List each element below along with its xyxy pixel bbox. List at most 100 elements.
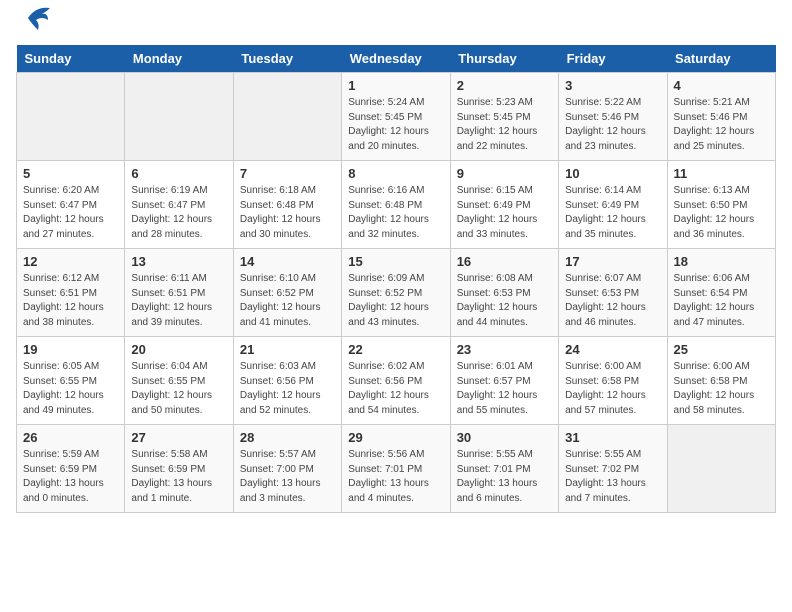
day-number: 21 bbox=[240, 342, 335, 357]
day-number: 19 bbox=[23, 342, 118, 357]
day-info: Sunrise: 5:57 AM Sunset: 7:00 PM Dayligh… bbox=[240, 448, 335, 506]
calendar-cell: 5Sunrise: 6:20 AM Sunset: 6:47 PM Daylig… bbox=[17, 161, 125, 249]
day-number: 4 bbox=[674, 78, 769, 93]
day-number: 8 bbox=[348, 166, 443, 181]
day-number: 22 bbox=[348, 342, 443, 357]
day-number: 18 bbox=[674, 254, 769, 269]
page-header bbox=[16, 16, 776, 37]
day-info: Sunrise: 6:05 AM Sunset: 6:55 PM Dayligh… bbox=[23, 360, 118, 418]
day-number: 23 bbox=[457, 342, 552, 357]
calendar-cell: 25 Sunrise: 6:00 AM Sunset: 6:58 PM Dayli… bbox=[667, 337, 775, 425]
calendar-cell: 22 Sunrise: 6:02 AM Sunset: 6:56 PM Dayli… bbox=[342, 337, 450, 425]
calendar-week-3: 19 Sunrise: 6:05 AM Sunset: 6:55 PM Dayli… bbox=[17, 337, 776, 425]
calendar-cell: 21 Sunrise: 6:03 AM Sunset: 6:56 PM Dayli… bbox=[233, 337, 341, 425]
calendar-cell: 31 Sunrise: 5:55 AM Sunset: 7:02 PM Dayli… bbox=[559, 425, 667, 513]
day-info: Sunrise: 6:15 AM Sunset: 6:49 PM Dayligh… bbox=[457, 184, 552, 242]
calendar-week-2: 12 Sunrise: 6:12 AM Sunset: 6:51 PM Dayli… bbox=[17, 249, 776, 337]
calendar-cell: 15Sunrise: 6:09 AM Sunset: 6:52 PM Dayli… bbox=[342, 249, 450, 337]
day-number: 25 bbox=[674, 342, 769, 357]
calendar-cell: 7Sunrise: 6:18 AM Sunset: 6:48 PM Daylig… bbox=[233, 161, 341, 249]
day-number: 28 bbox=[240, 430, 335, 445]
day-number: 2 bbox=[457, 78, 552, 93]
day-number: 27 bbox=[131, 430, 226, 445]
day-number: 24 bbox=[565, 342, 660, 357]
calendar-week-0: 1Sunrise: 5:24 AM Sunset: 5:45 PM Daylig… bbox=[17, 73, 776, 161]
day-info: Sunrise: 6:06 AM Sunset: 6:54 PM Dayligh… bbox=[674, 272, 769, 330]
day-info: Sunrise: 5:23 AM Sunset: 5:45 PM Dayligh… bbox=[457, 96, 552, 154]
calendar-week-4: 26 Sunrise: 5:59 AM Sunset: 6:59 PM Dayli… bbox=[17, 425, 776, 513]
day-info: Sunrise: 6:07 AM Sunset: 6:53 PM Dayligh… bbox=[565, 272, 660, 330]
day-info: Sunrise: 5:21 AM Sunset: 5:46 PM Dayligh… bbox=[674, 96, 769, 154]
header-friday: Friday bbox=[559, 45, 667, 73]
calendar-week-1: 5Sunrise: 6:20 AM Sunset: 6:47 PM Daylig… bbox=[17, 161, 776, 249]
day-info: Sunrise: 6:16 AM Sunset: 6:48 PM Dayligh… bbox=[348, 184, 443, 242]
day-info: Sunrise: 6:13 AM Sunset: 6:50 PM Dayligh… bbox=[674, 184, 769, 242]
calendar-cell: 1Sunrise: 5:24 AM Sunset: 5:45 PM Daylig… bbox=[342, 73, 450, 161]
calendar-cell: 28 Sunrise: 5:57 AM Sunset: 7:00 PM Dayli… bbox=[233, 425, 341, 513]
day-number: 26 bbox=[23, 430, 118, 445]
day-info: Sunrise: 6:01 AM Sunset: 6:57 PM Dayligh… bbox=[457, 360, 552, 418]
day-number: 17 bbox=[565, 254, 660, 269]
day-info: Sunrise: 6:09 AM Sunset: 6:52 PM Dayligh… bbox=[348, 272, 443, 330]
header-saturday: Saturday bbox=[667, 45, 775, 73]
calendar-cell: 17 Sunrise: 6:07 AM Sunset: 6:53 PM Dayli… bbox=[559, 249, 667, 337]
header-tuesday: Tuesday bbox=[233, 45, 341, 73]
day-info: Sunrise: 6:00 AM Sunset: 6:58 PM Dayligh… bbox=[674, 360, 769, 418]
day-number: 12 bbox=[23, 254, 118, 269]
calendar-cell: 30 Sunrise: 5:55 AM Sunset: 7:01 PM Dayli… bbox=[450, 425, 558, 513]
logo bbox=[16, 16, 52, 37]
day-info: Sunrise: 6:12 AM Sunset: 6:51 PM Dayligh… bbox=[23, 272, 118, 330]
calendar-cell: 4 Sunrise: 5:21 AM Sunset: 5:46 PM Daylig… bbox=[667, 73, 775, 161]
header-row: SundayMondayTuesdayWednesdayThursdayFrid… bbox=[17, 45, 776, 73]
day-number: 9 bbox=[457, 166, 552, 181]
calendar-cell bbox=[17, 73, 125, 161]
calendar-cell: 26 Sunrise: 5:59 AM Sunset: 6:59 PM Dayli… bbox=[17, 425, 125, 513]
calendar-cell bbox=[667, 425, 775, 513]
day-info: Sunrise: 6:03 AM Sunset: 6:56 PM Dayligh… bbox=[240, 360, 335, 418]
calendar-cell: 2 Sunrise: 5:23 AM Sunset: 5:45 PM Daylig… bbox=[450, 73, 558, 161]
calendar-cell: 29Sunrise: 5:56 AM Sunset: 7:01 PM Dayli… bbox=[342, 425, 450, 513]
day-info: Sunrise: 6:11 AM Sunset: 6:51 PM Dayligh… bbox=[131, 272, 226, 330]
day-info: Sunrise: 5:55 AM Sunset: 7:02 PM Dayligh… bbox=[565, 448, 660, 506]
logo-bird-icon bbox=[20, 4, 52, 37]
day-info: Sunrise: 5:55 AM Sunset: 7:01 PM Dayligh… bbox=[457, 448, 552, 506]
calendar-cell: 10 Sunrise: 6:14 AM Sunset: 6:49 PM Dayli… bbox=[559, 161, 667, 249]
calendar-cell: 13 Sunrise: 6:11 AM Sunset: 6:51 PM Dayli… bbox=[125, 249, 233, 337]
calendar-cell: 18 Sunrise: 6:06 AM Sunset: 6:54 PM Dayli… bbox=[667, 249, 775, 337]
day-number: 6 bbox=[131, 166, 226, 181]
day-info: Sunrise: 5:56 AM Sunset: 7:01 PM Dayligh… bbox=[348, 448, 443, 506]
calendar-cell: 9 Sunrise: 6:15 AM Sunset: 6:49 PM Daylig… bbox=[450, 161, 558, 249]
day-info: Sunrise: 6:10 AM Sunset: 6:52 PM Dayligh… bbox=[240, 272, 335, 330]
calendar-cell: 12 Sunrise: 6:12 AM Sunset: 6:51 PM Dayli… bbox=[17, 249, 125, 337]
day-info: Sunrise: 5:22 AM Sunset: 5:46 PM Dayligh… bbox=[565, 96, 660, 154]
day-info: Sunrise: 6:19 AM Sunset: 6:47 PM Dayligh… bbox=[131, 184, 226, 242]
day-info: Sunrise: 5:58 AM Sunset: 6:59 PM Dayligh… bbox=[131, 448, 226, 506]
calendar-cell: 8 Sunrise: 6:16 AM Sunset: 6:48 PM Daylig… bbox=[342, 161, 450, 249]
calendar-cell: 14 Sunrise: 6:10 AM Sunset: 6:52 PM Dayli… bbox=[233, 249, 341, 337]
calendar-cell: 24 Sunrise: 6:00 AM Sunset: 6:58 PM Dayli… bbox=[559, 337, 667, 425]
day-info: Sunrise: 6:20 AM Sunset: 6:47 PM Dayligh… bbox=[23, 184, 118, 242]
day-number: 14 bbox=[240, 254, 335, 269]
day-number: 10 bbox=[565, 166, 660, 181]
day-number: 30 bbox=[457, 430, 552, 445]
calendar-cell: 19 Sunrise: 6:05 AM Sunset: 6:55 PM Dayli… bbox=[17, 337, 125, 425]
calendar-cell: 3 Sunrise: 5:22 AM Sunset: 5:46 PM Daylig… bbox=[559, 73, 667, 161]
day-info: Sunrise: 6:00 AM Sunset: 6:58 PM Dayligh… bbox=[565, 360, 660, 418]
day-info: Sunrise: 5:24 AM Sunset: 5:45 PM Dayligh… bbox=[348, 96, 443, 154]
day-number: 31 bbox=[565, 430, 660, 445]
day-info: Sunrise: 6:14 AM Sunset: 6:49 PM Dayligh… bbox=[565, 184, 660, 242]
header-monday: Monday bbox=[125, 45, 233, 73]
day-number: 13 bbox=[131, 254, 226, 269]
header-thursday: Thursday bbox=[450, 45, 558, 73]
day-info: Sunrise: 5:59 AM Sunset: 6:59 PM Dayligh… bbox=[23, 448, 118, 506]
header-wednesday: Wednesday bbox=[342, 45, 450, 73]
day-info: Sunrise: 6:02 AM Sunset: 6:56 PM Dayligh… bbox=[348, 360, 443, 418]
day-number: 3 bbox=[565, 78, 660, 93]
calendar-table: SundayMondayTuesdayWednesdayThursdayFrid… bbox=[16, 45, 776, 513]
header-sunday: Sunday bbox=[17, 45, 125, 73]
calendar-cell: 20Sunrise: 6:04 AM Sunset: 6:55 PM Dayli… bbox=[125, 337, 233, 425]
calendar-cell bbox=[233, 73, 341, 161]
calendar-header: SundayMondayTuesdayWednesdayThursdayFrid… bbox=[17, 45, 776, 73]
day-number: 20 bbox=[131, 342, 226, 357]
day-number: 7 bbox=[240, 166, 335, 181]
